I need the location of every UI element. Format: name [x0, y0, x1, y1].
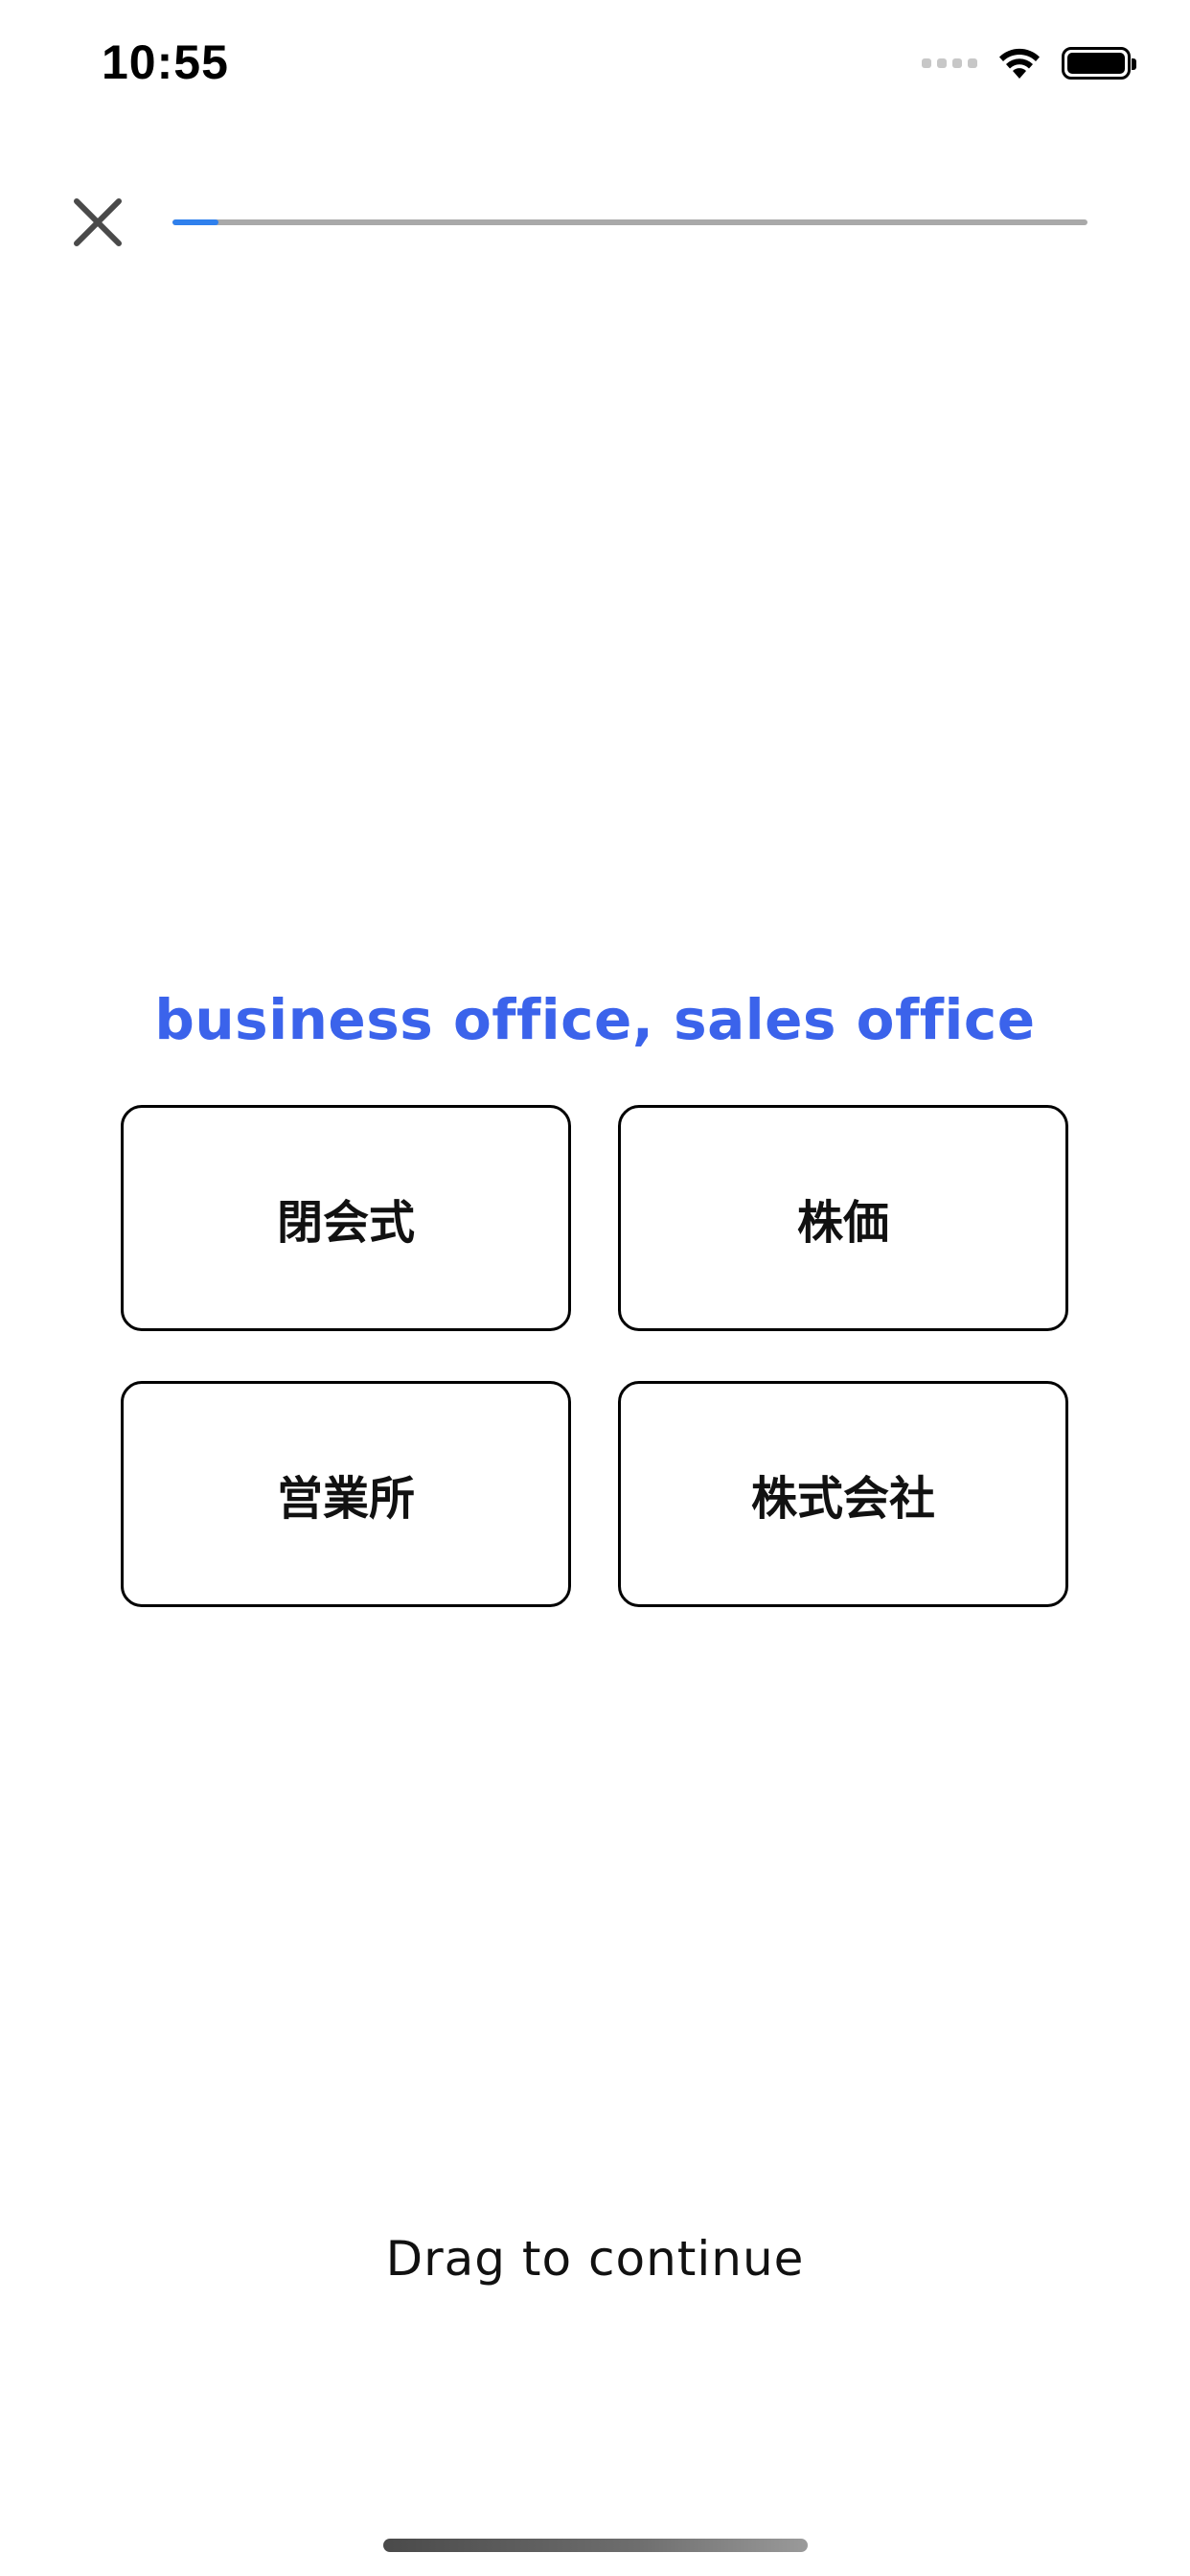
answer-option-label: 株価 — [796, 1196, 889, 1250]
status-time: 10:55 — [102, 35, 229, 89]
answer-option-label: 閉会式 — [276, 1196, 415, 1250]
progress-bar — [172, 219, 1087, 225]
answer-option-label: 営業所 — [276, 1472, 415, 1526]
progress-fill — [172, 219, 218, 225]
cellular-signal-icon — [922, 58, 977, 68]
answer-option-label: 株式会社 — [750, 1472, 935, 1526]
question-prompt: business office, sales office — [154, 987, 1036, 1052]
battery-icon — [1062, 47, 1136, 80]
answer-option[interactable]: 株式会社 — [618, 1381, 1068, 1607]
home-indicator[interactable] — [383, 2539, 808, 2552]
status-icons — [922, 44, 1136, 82]
drag-to-continue-hint[interactable]: Drag to continue — [0, 2231, 1190, 2287]
close-button[interactable] — [71, 196, 125, 249]
wifi-icon — [999, 48, 1040, 79]
answer-option[interactable]: 閉会式 — [121, 1105, 571, 1331]
close-icon — [74, 198, 122, 246]
answer-option[interactable]: 営業所 — [121, 1381, 571, 1607]
status-bar: 10:55 — [0, 0, 1190, 134]
answer-option[interactable]: 株価 — [618, 1105, 1068, 1331]
